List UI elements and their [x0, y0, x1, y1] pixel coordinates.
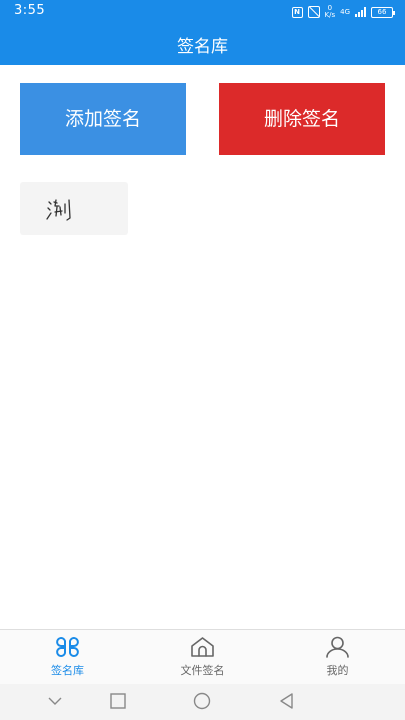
- system-navigation-bar: [0, 684, 405, 720]
- bottom-tab-bar: 签名库 文件签名 我的: [0, 629, 405, 684]
- add-signature-button[interactable]: 添加签名: [20, 83, 186, 155]
- signal-icon: [355, 7, 366, 17]
- chevron-down-icon[interactable]: [47, 692, 63, 710]
- tab-mine[interactable]: 我的: [270, 630, 405, 684]
- signature-card[interactable]: 浏: [20, 182, 128, 235]
- network-speed: 0 K/s: [324, 4, 336, 19]
- status-time: 3:55: [14, 3, 46, 18]
- back-triangle-icon[interactable]: [278, 692, 296, 710]
- handwritten-signature: [46, 199, 71, 221]
- mute-icon: [307, 6, 320, 18]
- circle-icon[interactable]: [193, 692, 211, 710]
- tab-label: 我的: [326, 664, 349, 677]
- delete-signature-button[interactable]: 删除签名: [219, 83, 385, 155]
- home-icon: [191, 637, 214, 657]
- status-bar: 3:55 N 0 K/s 4G 66: [0, 0, 405, 24]
- signature-library-icon: [56, 637, 79, 657]
- tab-label: 签名库: [51, 664, 84, 677]
- tab-signature-library[interactable]: 签名库: [0, 630, 135, 684]
- person-icon: [326, 636, 349, 658]
- tab-file-signature[interactable]: 文件签名: [135, 630, 270, 684]
- app-bar: 签名库: [0, 24, 405, 65]
- square-icon[interactable]: [109, 692, 127, 710]
- nfc-icon: N: [291, 6, 303, 18]
- battery-icon: 66: [371, 6, 395, 18]
- status-icons: N 0 K/s 4G 66: [291, 4, 395, 20]
- page-title: 签名库: [177, 37, 228, 57]
- tab-label: 文件签名: [180, 664, 225, 677]
- network-type: 4G: [340, 7, 350, 16]
